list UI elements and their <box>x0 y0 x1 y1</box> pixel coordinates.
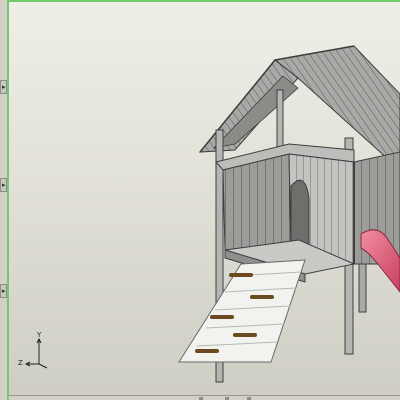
axis-z-label: Z <box>18 359 23 367</box>
ramp-grip <box>210 315 234 319</box>
chevron-right-icon: ▸ <box>2 287 6 295</box>
chevron-right-icon: ▸ <box>2 181 6 189</box>
bottom-status-strip <box>9 395 400 400</box>
expand-handle-bottom[interactable]: ▸ <box>0 284 7 298</box>
expand-handle-top[interactable]: ▸ <box>0 80 7 94</box>
climbing-ramp <box>178 259 306 363</box>
ramp-grip <box>195 349 219 353</box>
chevron-right-icon: ▸ <box>2 83 6 91</box>
ramp-grip <box>229 273 253 277</box>
expand-handle-middle[interactable]: ▸ <box>0 178 7 192</box>
coordinate-triad: Y Z <box>17 331 57 372</box>
playhouse-model <box>178 45 400 383</box>
ramp-grip <box>233 333 257 337</box>
left-panel-strip: ▸ ▸ ▸ <box>0 0 9 400</box>
axis-y-label: Y <box>37 331 42 339</box>
3d-model-viewport[interactable]: Y Z <box>9 2 400 395</box>
ramp-grip <box>250 295 274 299</box>
